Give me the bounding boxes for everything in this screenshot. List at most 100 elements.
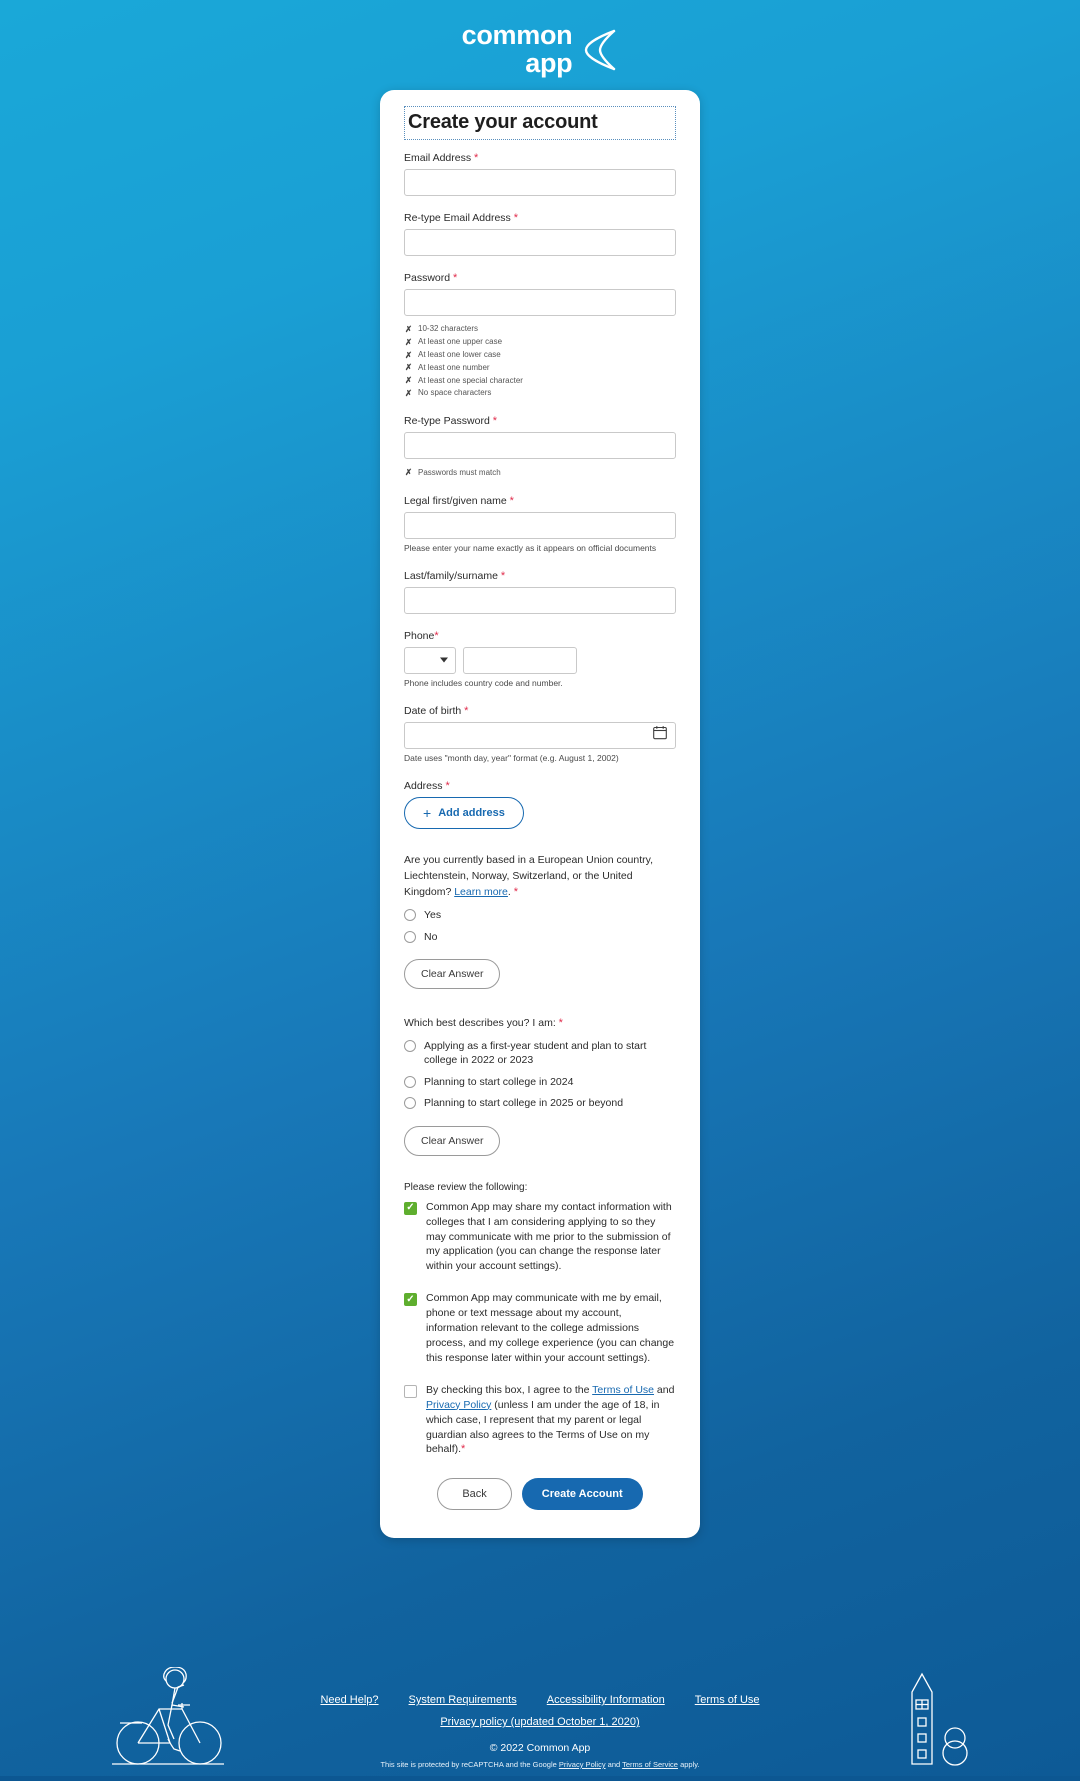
email-label-text: Email Address — [404, 152, 472, 164]
calendar-icon[interactable] — [653, 726, 667, 745]
add-address-label: Add address — [438, 806, 505, 819]
radio-unselected-icon[interactable] — [404, 930, 416, 943]
rule-label: At least one special character — [418, 375, 523, 385]
consent-checkbox-communications[interactable]: ✓ Common App may communicate with me by … — [404, 1291, 676, 1366]
consent-item-1-text: Common App may share my contact informat… — [426, 1200, 672, 1273]
first-name-help: Please enter your name exactly as it app… — [404, 542, 657, 553]
radio-option-label: No — [424, 930, 438, 943]
terms-of-use-link[interactable]: Terms of Use — [592, 1384, 654, 1396]
describe-radio-option-2[interactable]: Planning to start college in 2025 or bey… — [404, 1096, 676, 1110]
rule-item: ✗ At least one upper case — [404, 336, 676, 348]
form-actions: Back Create Account — [404, 1478, 676, 1511]
common-app-swoosh-icon — [585, 29, 616, 71]
describe-radio-option-0[interactable]: Applying as a first-year student and pla… — [404, 1039, 676, 1068]
describe-clear-answer-button[interactable]: Clear Answer — [404, 1125, 501, 1156]
field-address: Address * + Add address — [404, 780, 676, 829]
consent-section: Please review the following: ✓ Common Ap… — [404, 1182, 676, 1458]
google-privacy-policy-link[interactable]: Privacy Policy — [559, 1760, 606, 1769]
x-icon: ✗ — [404, 375, 413, 386]
phone-help: Phone includes country code and number. — [404, 677, 563, 688]
common-app-logo[interactable]: common app — [462, 21, 619, 78]
field-email: Email Address * — [404, 152, 676, 196]
eu-question-part1: Are you currently based in a European Un… — [404, 853, 654, 899]
required-asterisk: * — [492, 415, 497, 428]
radio-unselected-icon[interactable] — [404, 1039, 416, 1052]
last-name-input[interactable] — [404, 586, 676, 614]
phone-country-select[interactable] — [404, 646, 456, 674]
question-eu-based: Are you currently based in a European Un… — [404, 853, 676, 990]
password-requirements-list: ✗ 10-32 characters ✗ At least one upper cas… — [404, 323, 676, 399]
rule-item: ✗ 10-32 characters — [404, 323, 676, 335]
footer-link-1[interactable]: System Requirements — [409, 1694, 517, 1706]
required-asterisk: * — [453, 272, 458, 284]
x-icon: ✗ — [404, 467, 413, 478]
eu-radio-option-1[interactable]: No — [404, 930, 676, 944]
rule-label: At least one upper case — [418, 337, 503, 347]
privacy-policy-link[interactable]: Privacy Policy — [426, 1399, 491, 1411]
eu-radio-option-0[interactable]: Yes — [404, 908, 676, 922]
logo-line-2: app — [525, 47, 573, 78]
password-input[interactable] — [404, 289, 676, 316]
radio-unselected-icon[interactable] — [404, 1075, 416, 1088]
checkbox-unchecked-icon[interactable] — [404, 1384, 417, 1398]
radio-unselected-icon[interactable] — [404, 1097, 416, 1110]
check-glyph: ✓ — [406, 1202, 415, 1214]
consent-checkbox-share-contact[interactable]: ✓ Common App may share my contact inform… — [404, 1200, 676, 1275]
password-retype-input[interactable] — [404, 432, 676, 460]
required-asterisk: * — [464, 704, 469, 717]
field-password-retype: Re-type Password * ✗ Passwords must matc… — [404, 415, 676, 478]
plus-icon: + — [423, 804, 432, 821]
required-asterisk: * — [509, 494, 514, 507]
email-label: Email Address * — [404, 152, 676, 164]
describe-radio-option-1[interactable]: Planning to start college in 2024 — [404, 1075, 676, 1089]
footer-bottom-bar — [0, 1776, 1080, 1781]
rule-label: At least one number — [418, 362, 490, 372]
required-asterisk: * — [445, 779, 450, 792]
recaptcha-part2: apply. — [677, 1760, 700, 1769]
landmark-tower-illustration-icon — [911, 1672, 968, 1766]
chevron-down-icon — [440, 657, 448, 663]
x-icon: ✗ — [404, 349, 413, 360]
google-terms-of-service-link[interactable]: Terms of Service — [622, 1760, 678, 1769]
back-button[interactable]: Back — [437, 1478, 512, 1511]
rule-item: ✗ At least one special character — [404, 374, 676, 386]
create-account-button[interactable]: Create Account — [521, 1478, 643, 1511]
first-name-input[interactable] — [404, 511, 676, 539]
footer-link-0[interactable]: Need Help? — [320, 1694, 378, 1706]
password-label-text: Password — [404, 272, 451, 284]
eu-radio-group: Yes No — [404, 908, 676, 944]
logo-wordmark: common app — [462, 21, 573, 78]
email-retype-input[interactable] — [404, 229, 676, 256]
consent-intro: Please review the following: — [404, 1181, 528, 1193]
rule-label: No space characters — [418, 388, 492, 398]
rule-item: ✗ At least one number — [404, 361, 676, 373]
field-email-retype: Re-type Email Address * — [404, 212, 676, 256]
checkbox-checked-icon[interactable]: ✓ — [404, 1293, 417, 1307]
eu-clear-answer-button[interactable]: Clear Answer — [404, 959, 501, 990]
checkbox-checked-icon[interactable]: ✓ — [404, 1201, 417, 1215]
add-address-button[interactable]: + Add address — [404, 796, 524, 829]
consent-checkbox-terms[interactable]: By checking this box, I agree to the Ter… — [404, 1383, 676, 1458]
phone-label: Phone* — [404, 630, 676, 642]
required-asterisk: * — [513, 886, 519, 899]
footer-link-2[interactable]: Accessibility Information — [547, 1694, 665, 1706]
required-asterisk: * — [500, 569, 506, 582]
field-date-of-birth: Date of birth * Date uses "month day, ye… — [404, 705, 676, 764]
email-retype-label: Re-type Email Address * — [404, 212, 676, 224]
email-input[interactable] — [404, 169, 676, 196]
x-icon: ✗ — [404, 362, 413, 373]
rule-label: Passwords must match — [418, 467, 501, 477]
email-retype-label-text: Re-type Email Address — [404, 212, 511, 224]
footer-privacy-policy-link[interactable]: Privacy policy (updated October 1, 2020) — [440, 1716, 639, 1728]
radio-unselected-icon[interactable] — [404, 909, 416, 922]
dob-label-text: Date of birth — [404, 704, 462, 717]
describe-question-label: Which best describes you? I am: — [404, 1017, 556, 1030]
phone-number-input[interactable] — [463, 646, 577, 674]
bicycle-illustration-icon — [112, 1667, 224, 1765]
footer-link-3[interactable]: Terms of Use — [695, 1694, 760, 1706]
rule-item: ✗ Passwords must match — [404, 466, 676, 478]
dob-input[interactable] — [404, 721, 676, 749]
x-icon: ✗ — [404, 324, 413, 334]
required-asterisk: * — [513, 212, 518, 224]
learn-more-link[interactable]: Learn more — [454, 886, 508, 898]
